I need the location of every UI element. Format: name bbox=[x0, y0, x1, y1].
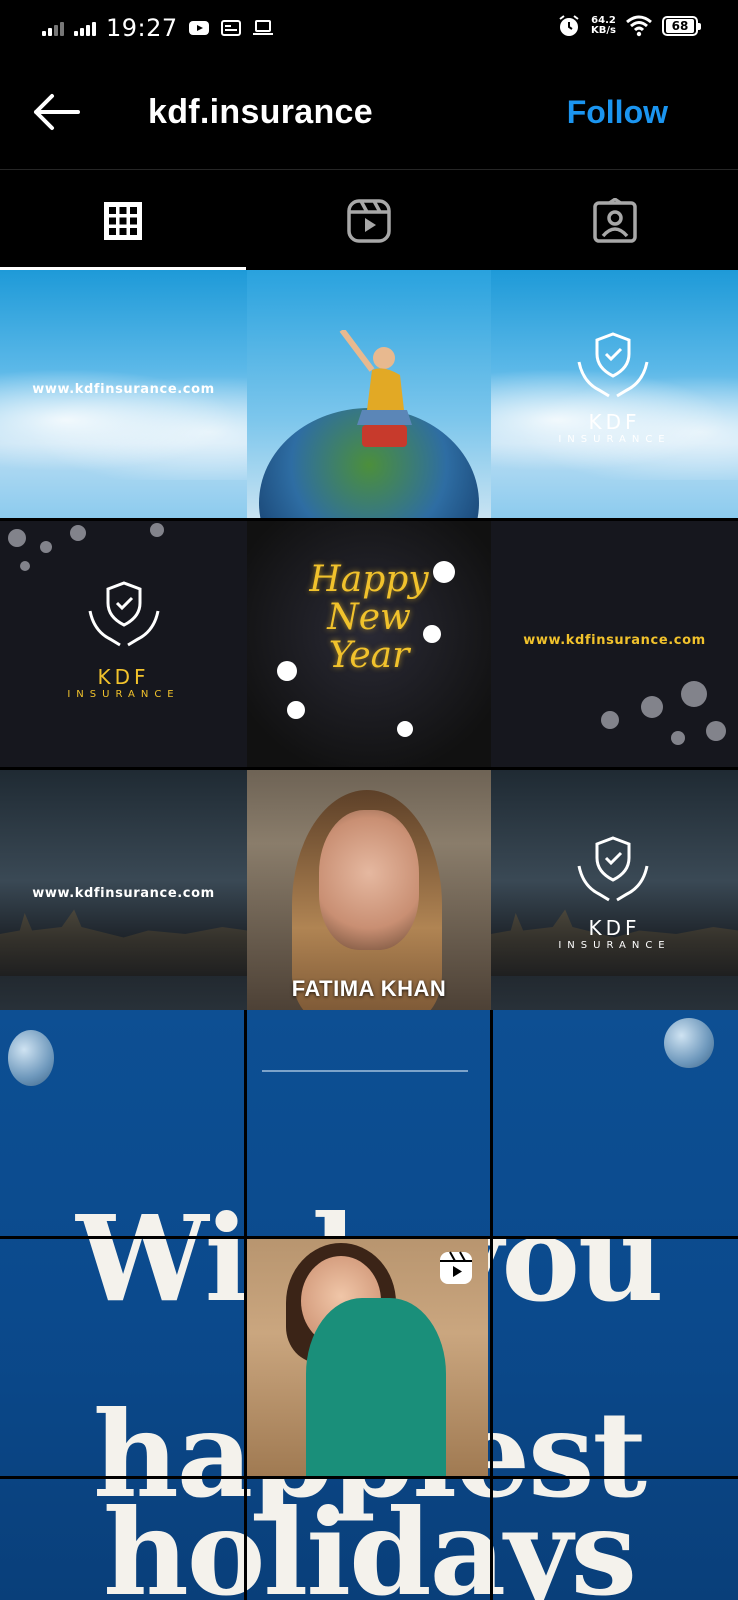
news-icon bbox=[220, 20, 241, 36]
reels-badge-icon bbox=[440, 1251, 472, 1284]
post-tile[interactable]: KDF INSURANCE bbox=[491, 270, 738, 518]
post-tile[interactable] bbox=[247, 270, 491, 518]
post-caption-url: www.kdfinsurance.com bbox=[32, 382, 215, 397]
post-name-caption: FATIMA KHAN bbox=[291, 976, 447, 1001]
status-bar: 19:27 64.2 KB/s 68 bbox=[0, 0, 738, 60]
kdf-logo: KDF INSURANCE bbox=[558, 916, 671, 951]
laptop-icon bbox=[252, 20, 273, 35]
follow-button[interactable]: Follow bbox=[567, 94, 668, 131]
post-tile[interactable]: Happy New Year bbox=[247, 521, 491, 767]
tagged-person-icon bbox=[593, 197, 637, 243]
kdf-logo-icon bbox=[577, 836, 649, 902]
post-caption-url: www.kdfinsurance.com bbox=[32, 886, 215, 901]
kdf-logo: KDF INSURANCE bbox=[67, 665, 180, 700]
traveler-image bbox=[339, 330, 412, 447]
back-arrow-icon[interactable] bbox=[30, 92, 82, 132]
wifi-icon bbox=[626, 15, 652, 37]
alarm-icon bbox=[559, 15, 579, 36]
post-tile[interactable]: KDF INSURANCE bbox=[491, 770, 738, 1016]
grid-icon bbox=[104, 201, 142, 240]
post-tile[interactable]: www.kdfinsurance.com bbox=[0, 770, 247, 1016]
tab-tagged[interactable] bbox=[492, 171, 738, 270]
tab-posts-grid[interactable] bbox=[0, 171, 246, 270]
post-caption-url: www.kdfinsurance.com bbox=[523, 633, 706, 648]
post-tile[interactable]: www.kdfinsurance.com bbox=[0, 270, 247, 518]
happy-new-year-text: Happy New Year bbox=[309, 559, 429, 676]
youtube-icon bbox=[188, 21, 209, 35]
battery-icon: 68 bbox=[662, 16, 701, 36]
signal-icon bbox=[74, 20, 96, 36]
profile-header: kdf.insurance Follow bbox=[0, 60, 738, 170]
kdf-logo: KDF INSURANCE bbox=[558, 410, 671, 445]
clock: 19:27 bbox=[106, 14, 178, 42]
post-tile[interactable]: KDF INSURANCE bbox=[0, 521, 247, 767]
profile-tabs bbox=[0, 171, 738, 270]
kdf-logo-icon bbox=[577, 332, 649, 398]
network-speed: 64.2 KB/s bbox=[591, 15, 616, 36]
post-tile[interactable]: FATIMA KHAN bbox=[247, 770, 491, 1016]
post-tile[interactable]: www.kdfinsurance.com bbox=[491, 521, 738, 767]
signal-icon bbox=[42, 20, 64, 36]
kdf-logo-icon bbox=[88, 581, 160, 647]
reels-icon bbox=[347, 198, 391, 243]
posts-grid: www.kdfinsurance.com KDF INSURANCE KDF I… bbox=[0, 270, 738, 1016]
tab-reels[interactable] bbox=[246, 171, 492, 270]
reel-banner-grid[interactable]: Wish you the happiest holidays bbox=[0, 1010, 738, 1600]
profile-username: kdf.insurance bbox=[148, 93, 373, 131]
